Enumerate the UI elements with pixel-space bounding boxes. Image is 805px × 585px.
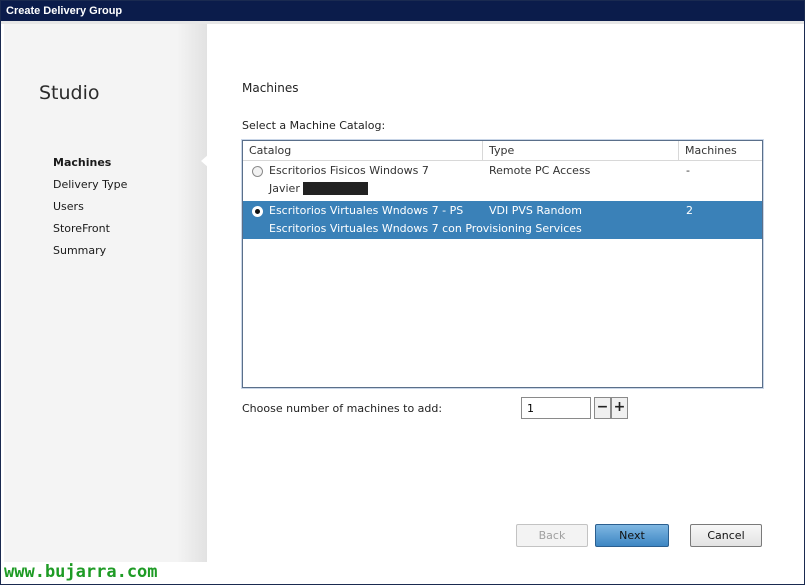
step-delivery-type[interactable]: Delivery Type xyxy=(53,178,127,200)
catalog-row-virtual[interactable]: Escritorios Virtuales Wndows 7 - PS Escr… xyxy=(243,201,762,239)
machine-count-label: Choose number of machines to add: xyxy=(242,402,443,415)
back-button[interactable]: Back xyxy=(516,524,588,547)
cancel-button[interactable]: Cancel xyxy=(690,524,762,547)
wizard-content: Machines Select a Machine Catalog: Catal… xyxy=(207,24,802,562)
watermark: www.bujarra.com xyxy=(4,562,158,582)
catalog-machine-count: 2 xyxy=(686,204,693,217)
column-header-type[interactable]: Type xyxy=(483,141,679,160)
catalog-radio-physical[interactable] xyxy=(252,166,263,177)
create-delivery-group-window: Create Delivery Group Studio Machines De… xyxy=(0,0,805,585)
section-title: Machines xyxy=(242,81,299,95)
decrement-button[interactable]: − xyxy=(594,397,611,419)
step-machines[interactable]: Machines xyxy=(53,156,127,178)
redacted-text: Montesinos xyxy=(303,182,368,195)
catalog-type: Remote PC Access xyxy=(489,164,591,177)
catalog-name: Escritorios Virtuales Wndows 7 - PS xyxy=(269,204,464,217)
wizard-sidebar: Studio Machines Delivery Type Users Stor… xyxy=(4,24,209,562)
list-header: Catalog Type Machines xyxy=(243,141,762,161)
column-header-catalog[interactable]: Catalog xyxy=(243,141,483,160)
catalog-name: Escritorios Fisicos Windows 7 xyxy=(269,164,429,177)
increment-button[interactable]: + xyxy=(611,397,628,419)
next-button[interactable]: Next xyxy=(595,524,669,547)
machine-catalog-list[interactable]: Catalog Type Machines Escritorios Fisico… xyxy=(242,140,763,388)
select-catalog-label: Select a Machine Catalog: xyxy=(242,119,386,132)
catalog-description-text: Javier xyxy=(269,182,304,195)
column-header-machines[interactable]: Machines xyxy=(679,141,762,160)
sidebar-title: Studio xyxy=(39,82,100,104)
catalog-row-physical[interactable]: Escritorios Fisicos Windows 7 Javier Mon… xyxy=(243,161,762,199)
catalog-description: Javier Montesinos xyxy=(269,182,368,195)
catalog-description: Escritorios Virtuales Wndows 7 con Provi… xyxy=(269,222,582,235)
catalog-radio-virtual[interactable] xyxy=(252,206,263,217)
step-storefront[interactable]: StoreFront xyxy=(53,222,127,244)
machine-count-input[interactable] xyxy=(521,397,591,419)
wizard-steps: Machines Delivery Type Users StoreFront … xyxy=(53,156,127,266)
catalog-type: VDI PVS Random xyxy=(489,204,582,217)
window-title: Create Delivery Group xyxy=(1,1,804,21)
catalog-machine-count: - xyxy=(686,164,690,177)
step-summary[interactable]: Summary xyxy=(53,244,127,266)
step-users[interactable]: Users xyxy=(53,200,127,222)
